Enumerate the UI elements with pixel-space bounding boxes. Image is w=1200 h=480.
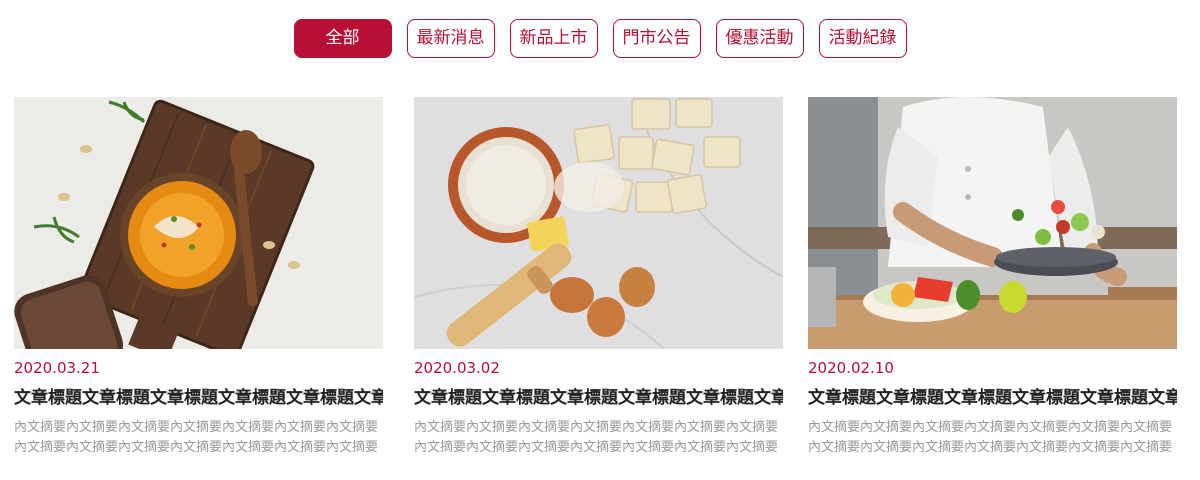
article-card[interactable]: 2020.03.21 文章標題文章標題文章標題文章標題文章標題文章標題 內文摘要…: [14, 97, 383, 458]
chef-cooking-photo[interactable]: [808, 97, 1177, 349]
tab-all[interactable]: 全部: [293, 19, 392, 58]
article-excerpt: 內文摘要內文摘要內文摘要內文摘要內文摘要內文摘要內文摘要內文摘要內文摘要內文摘要…: [14, 420, 379, 455]
tab-event-records[interactable]: 活動紀錄: [818, 19, 907, 58]
pumpkin-soup-photo[interactable]: [14, 97, 383, 349]
category-tabs: 全部 最新消息 新品上市 門市公告 優惠活動 活動紀錄: [0, 19, 1200, 58]
article-date: 2020.03.02: [414, 359, 500, 377]
tab-latest-news[interactable]: 最新消息: [406, 19, 495, 58]
tab-new-products[interactable]: 新品上市: [509, 19, 598, 58]
article-excerpt: 內文摘要內文摘要內文摘要內文摘要內文摘要內文摘要內文摘要內文摘要內文摘要內文摘要…: [808, 420, 1173, 455]
article-date: 2020.02.10: [808, 359, 894, 377]
article-title[interactable]: 文章標題文章標題文章標題文章標題文章標題文章標題: [414, 386, 783, 410]
tab-store-notices[interactable]: 門市公告: [612, 19, 701, 58]
ravioli-dough-photo[interactable]: [414, 97, 783, 349]
article-title[interactable]: 文章標題文章標題文章標題文章標題文章標題文章標題: [808, 386, 1177, 410]
article-card[interactable]: 2020.02.10 文章標題文章標題文章標題文章標題文章標題文章標題 內文摘要…: [808, 97, 1177, 458]
article-date: 2020.03.21: [14, 359, 100, 377]
article-card[interactable]: 2020.03.02 文章標題文章標題文章標題文章標題文章標題文章標題 內文摘要…: [414, 97, 783, 458]
article-title[interactable]: 文章標題文章標題文章標題文章標題文章標題文章標題: [14, 386, 383, 410]
tab-promotions[interactable]: 優惠活動: [715, 19, 804, 58]
article-excerpt: 內文摘要內文摘要內文摘要內文摘要內文摘要內文摘要內文摘要內文摘要內文摘要內文摘要…: [414, 420, 779, 455]
